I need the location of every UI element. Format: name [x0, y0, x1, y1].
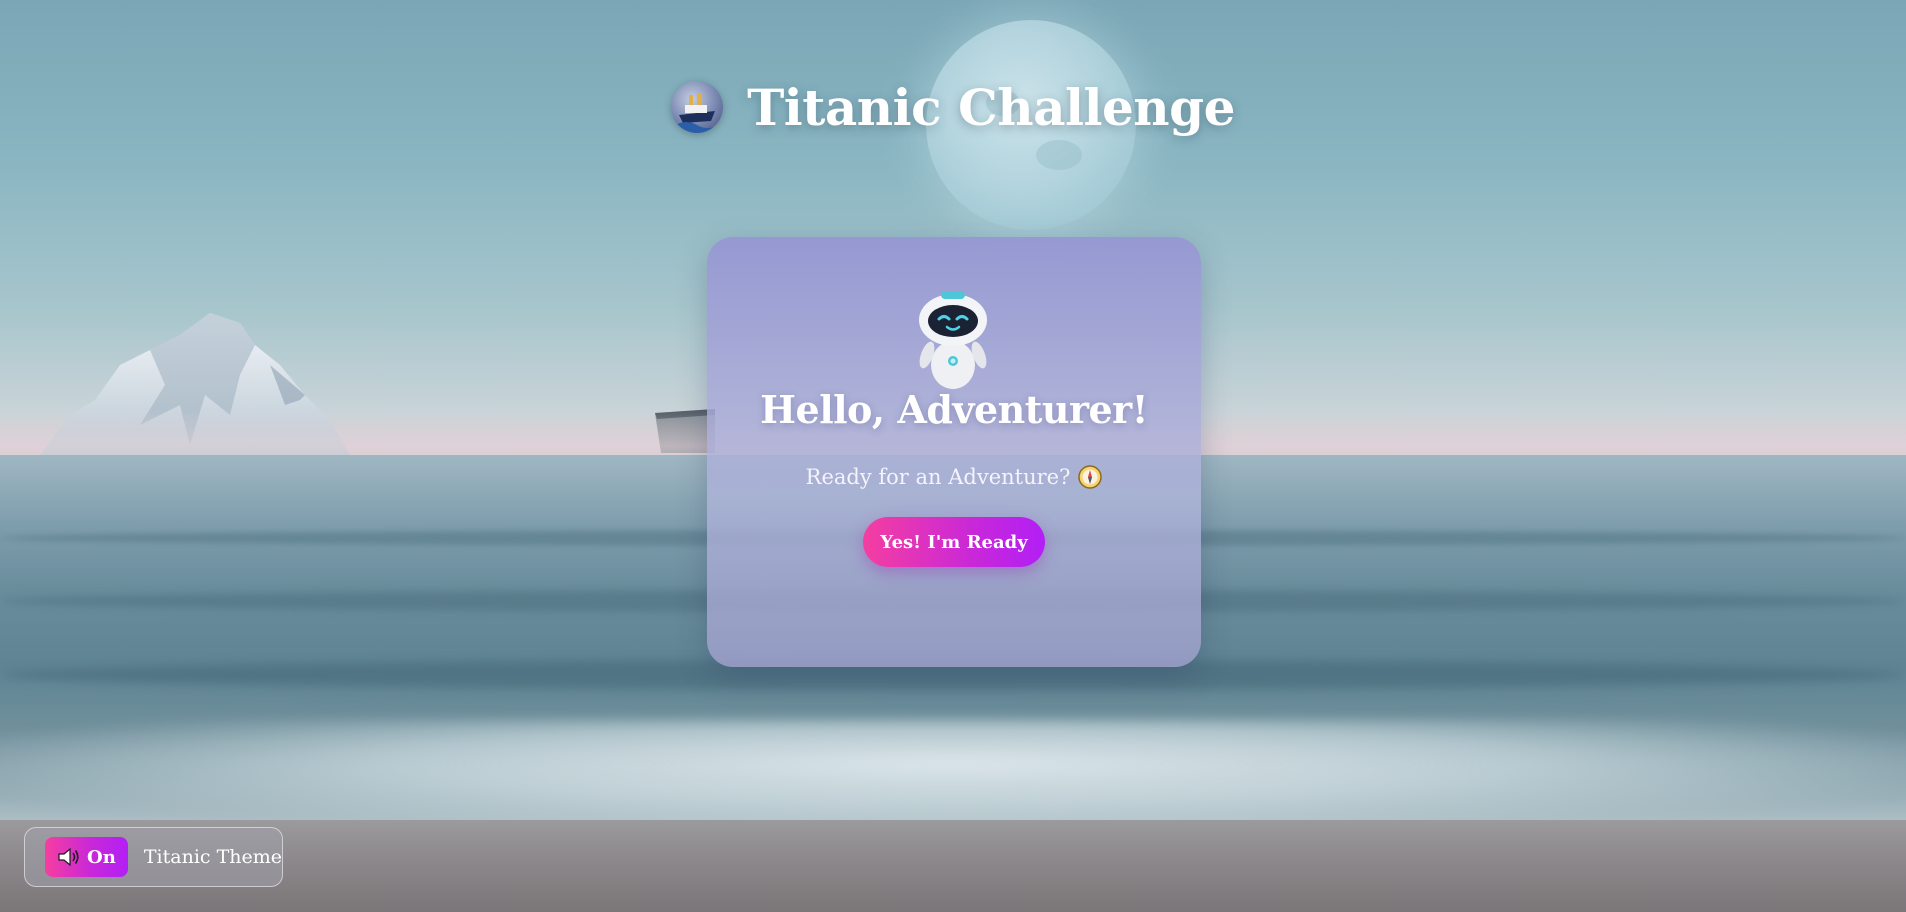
compass-icon — [1078, 465, 1103, 489]
theme-label: Titanic Theme — [143, 846, 282, 868]
sound-toggle-label: On — [87, 846, 116, 868]
robot-icon — [919, 291, 987, 389]
page-header: Titanic Challenge — [0, 72, 1906, 142]
sea-foam — [0, 720, 1906, 830]
page-title: Titanic Challenge — [747, 77, 1235, 137]
greeting-subtitle-text: Ready for an Adventure? — [805, 465, 1071, 489]
speaker-icon — [58, 847, 79, 867]
welcome-card: Hello, Adventurer! Ready for an Adventur… — [707, 237, 1201, 667]
sand — [0, 820, 1906, 912]
titanic-ship-logo-icon — [671, 81, 724, 133]
sound-control-bar: On Titanic Theme — [24, 827, 283, 887]
greeting-title: Hello, Adventurer! — [760, 387, 1148, 432]
greeting-subtitle: Ready for an Adventure? — [707, 465, 1201, 489]
sound-toggle-button[interactable]: On — [45, 837, 128, 877]
ready-button[interactable]: Yes! I'm Ready — [863, 517, 1045, 567]
